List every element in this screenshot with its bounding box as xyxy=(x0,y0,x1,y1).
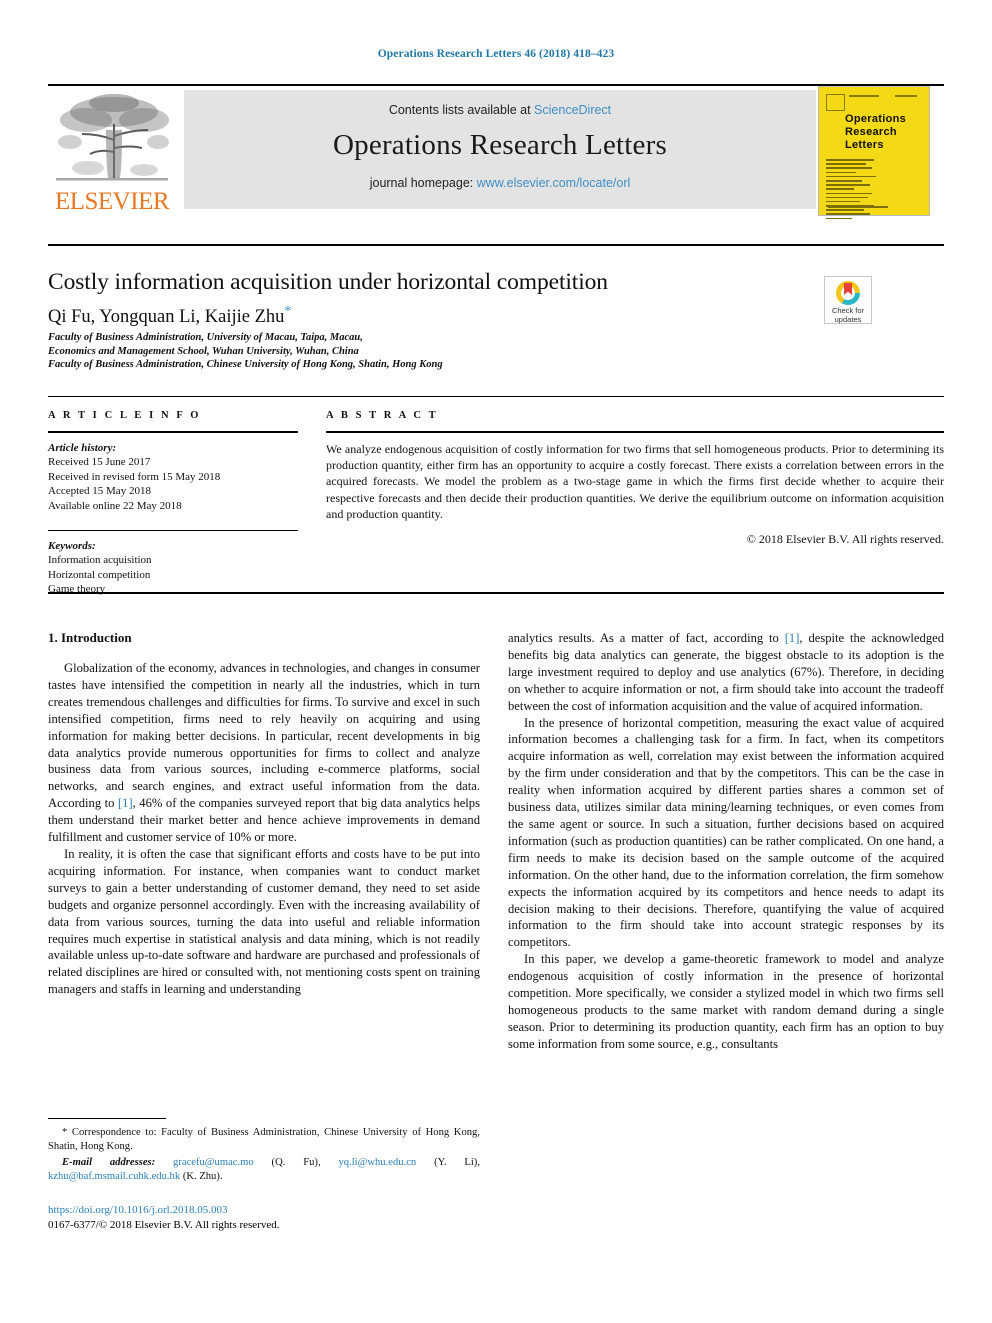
email-label: E-mail addresses: xyxy=(62,1157,156,1168)
paper-page: Operations Research Letters 46 (2018) 41… xyxy=(0,0,992,1323)
keyword-item: Horizontal competition xyxy=(48,568,151,581)
masthead-band: Contents lists available at ScienceDirec… xyxy=(184,90,816,209)
cover-title-line2: Research xyxy=(845,126,897,138)
article-info-rule xyxy=(48,431,298,433)
corresponding-author-marker: * xyxy=(284,304,292,319)
affiliation-item: Economics and Management School, Wuhan U… xyxy=(48,345,359,357)
paragraph: In reality, it is often the case that si… xyxy=(48,846,480,997)
journal-masthead: ELSEVIER Contents lists available at Sci… xyxy=(48,84,944,216)
page-title: Costly information acquisition under hor… xyxy=(48,269,608,295)
email-note: E-mail addresses: gracefu@umac.mo (Q. Fu… xyxy=(48,1157,480,1182)
article-history: Article history: Received 15 June 2017 R… xyxy=(48,441,298,514)
crossmark-icon xyxy=(836,281,860,305)
crossmark-label-line2: updates xyxy=(834,314,862,324)
paragraph: In the presence of horizontal competitio… xyxy=(508,715,944,950)
history-item: Available online 22 May 2018 xyxy=(48,499,182,512)
running-head: Operations Research Letters 46 (2018) 41… xyxy=(377,48,615,60)
cover-title: Operations Research Letters xyxy=(845,113,906,152)
cover-footer-line xyxy=(828,206,888,208)
contents-line: Contents lists available at ScienceDirec… xyxy=(184,103,816,117)
keywords-label: Keywords: xyxy=(48,539,96,552)
section-heading-introduction: 1. Introduction xyxy=(48,630,132,645)
keyword-item: Information acquisition xyxy=(48,554,152,567)
correspondence-text: Correspondence to: Faculty of Business A… xyxy=(48,1127,480,1152)
homepage-prefix: journal homepage: xyxy=(369,176,477,190)
affiliation-item: Faculty of Business Administration, Univ… xyxy=(48,332,363,343)
doi-block: https://doi.org/10.1016/j.orl.2018.05.00… xyxy=(48,1203,480,1232)
elsevier-tree-icon xyxy=(56,94,169,181)
body-left-column: 1. Introduction Globalization of the eco… xyxy=(48,630,480,998)
crossmark-badge[interactable]: Check for updates xyxy=(824,276,872,324)
cover-emblem-icon xyxy=(826,94,845,111)
cover-title-line1: Operations xyxy=(845,113,907,125)
homepage-link[interactable]: www.elsevier.com/locate/orl xyxy=(477,176,631,190)
email-owner: (Y. Li) xyxy=(434,1157,478,1168)
paragraph: Globalization of the economy, advances i… xyxy=(48,661,480,845)
email-link[interactable]: gracefu@umac.mo xyxy=(173,1157,254,1168)
keywords-rule xyxy=(48,529,298,531)
cover-background: Operations Research Letters xyxy=(819,87,929,220)
article-info-column: A R T I C L E I N F O Article history: R… xyxy=(48,410,298,597)
sciencedirect-link[interactable]: ScienceDirect xyxy=(534,103,611,117)
email-owner: (Q. Fu) xyxy=(271,1157,318,1168)
history-item: Accepted 15 May 2018 xyxy=(48,485,151,498)
journal-cover-thumbnail: Operations Research Letters xyxy=(818,86,930,220)
affiliations: Faculty of Business Administration, Univ… xyxy=(48,331,788,372)
email-owner: (K. Zhu) xyxy=(182,1171,220,1182)
keywords-block: Keywords: Information acquisition Horizo… xyxy=(48,539,298,597)
email-link[interactable]: yq.li@whu.edu.cn xyxy=(338,1157,416,1168)
affiliation-item: Faculty of Business Administration, Chin… xyxy=(48,359,443,371)
author-names: Qi Fu, Yongquan Li, Kaijie Zhu xyxy=(48,307,285,328)
article-history-label: Article history: xyxy=(48,441,117,454)
keyword-item: Game theory xyxy=(48,583,106,596)
history-item: Received in revised form 15 May 2018 xyxy=(48,470,221,483)
crossmark-flag-icon xyxy=(844,283,852,295)
cover-toc-lines xyxy=(826,159,878,222)
article-info-heading: A R T I C L E I N F O xyxy=(48,410,202,421)
cover-title-line3: Letters xyxy=(845,139,884,151)
reference-link[interactable]: [1] xyxy=(785,631,800,645)
abstract-text: We analyze endogenous acquisition of cos… xyxy=(326,441,944,522)
correspondence-note: * Correspondence to: Faculty of Business… xyxy=(48,1126,480,1154)
doi-link[interactable]: https://doi.org/10.1016/j.orl.2018.05.00… xyxy=(48,1203,480,1218)
journal-title: Operations Research Letters xyxy=(333,129,667,161)
crossmark-label: Check for updates xyxy=(825,306,871,324)
title-separator-rule xyxy=(48,244,944,246)
issn-copyright: 0167-6377/© 2018 Elsevier B.V. All right… xyxy=(48,1218,280,1231)
author-list: Qi Fu, Yongquan Li, Kaijie Zhu* xyxy=(48,300,788,329)
paragraph: In this paper, we develop a game-theoret… xyxy=(508,952,944,1051)
info-bottom-rule xyxy=(48,592,944,594)
abstract-heading: A B S T R A C T xyxy=(326,410,439,421)
footnote-block: * Correspondence to: Faculty of Business… xyxy=(48,1118,480,1184)
email-link[interactable]: kzhu@baf.msmail.cuhk.edu.hk xyxy=(48,1171,180,1182)
reference-link[interactable]: [1] xyxy=(118,796,133,810)
info-top-rule xyxy=(48,396,944,397)
abstract-column: A B S T R A C T We analyze endogenous ac… xyxy=(326,410,944,547)
footnote-rule xyxy=(48,1118,166,1119)
contents-prefix: Contents lists available at xyxy=(388,103,535,117)
paragraph: analytics results. As a matter of fact, … xyxy=(508,631,945,713)
homepage-line: journal homepage: www.elsevier.com/locat… xyxy=(184,176,816,190)
abstract-copyright: © 2018 Elsevier B.V. All rights reserved… xyxy=(746,531,944,546)
elsevier-wordmark: ELSEVIER xyxy=(54,188,170,215)
elsevier-logo: ELSEVIER xyxy=(48,90,176,214)
history-item: Received 15 June 2017 xyxy=(48,456,151,469)
abstract-rule xyxy=(326,431,944,433)
masthead-top-rule xyxy=(48,84,944,86)
body-right-column: analytics results. As a matter of fact, … xyxy=(508,630,944,1053)
correspondence-marker: * xyxy=(62,1127,68,1138)
cover-top-text-lines xyxy=(849,95,923,98)
